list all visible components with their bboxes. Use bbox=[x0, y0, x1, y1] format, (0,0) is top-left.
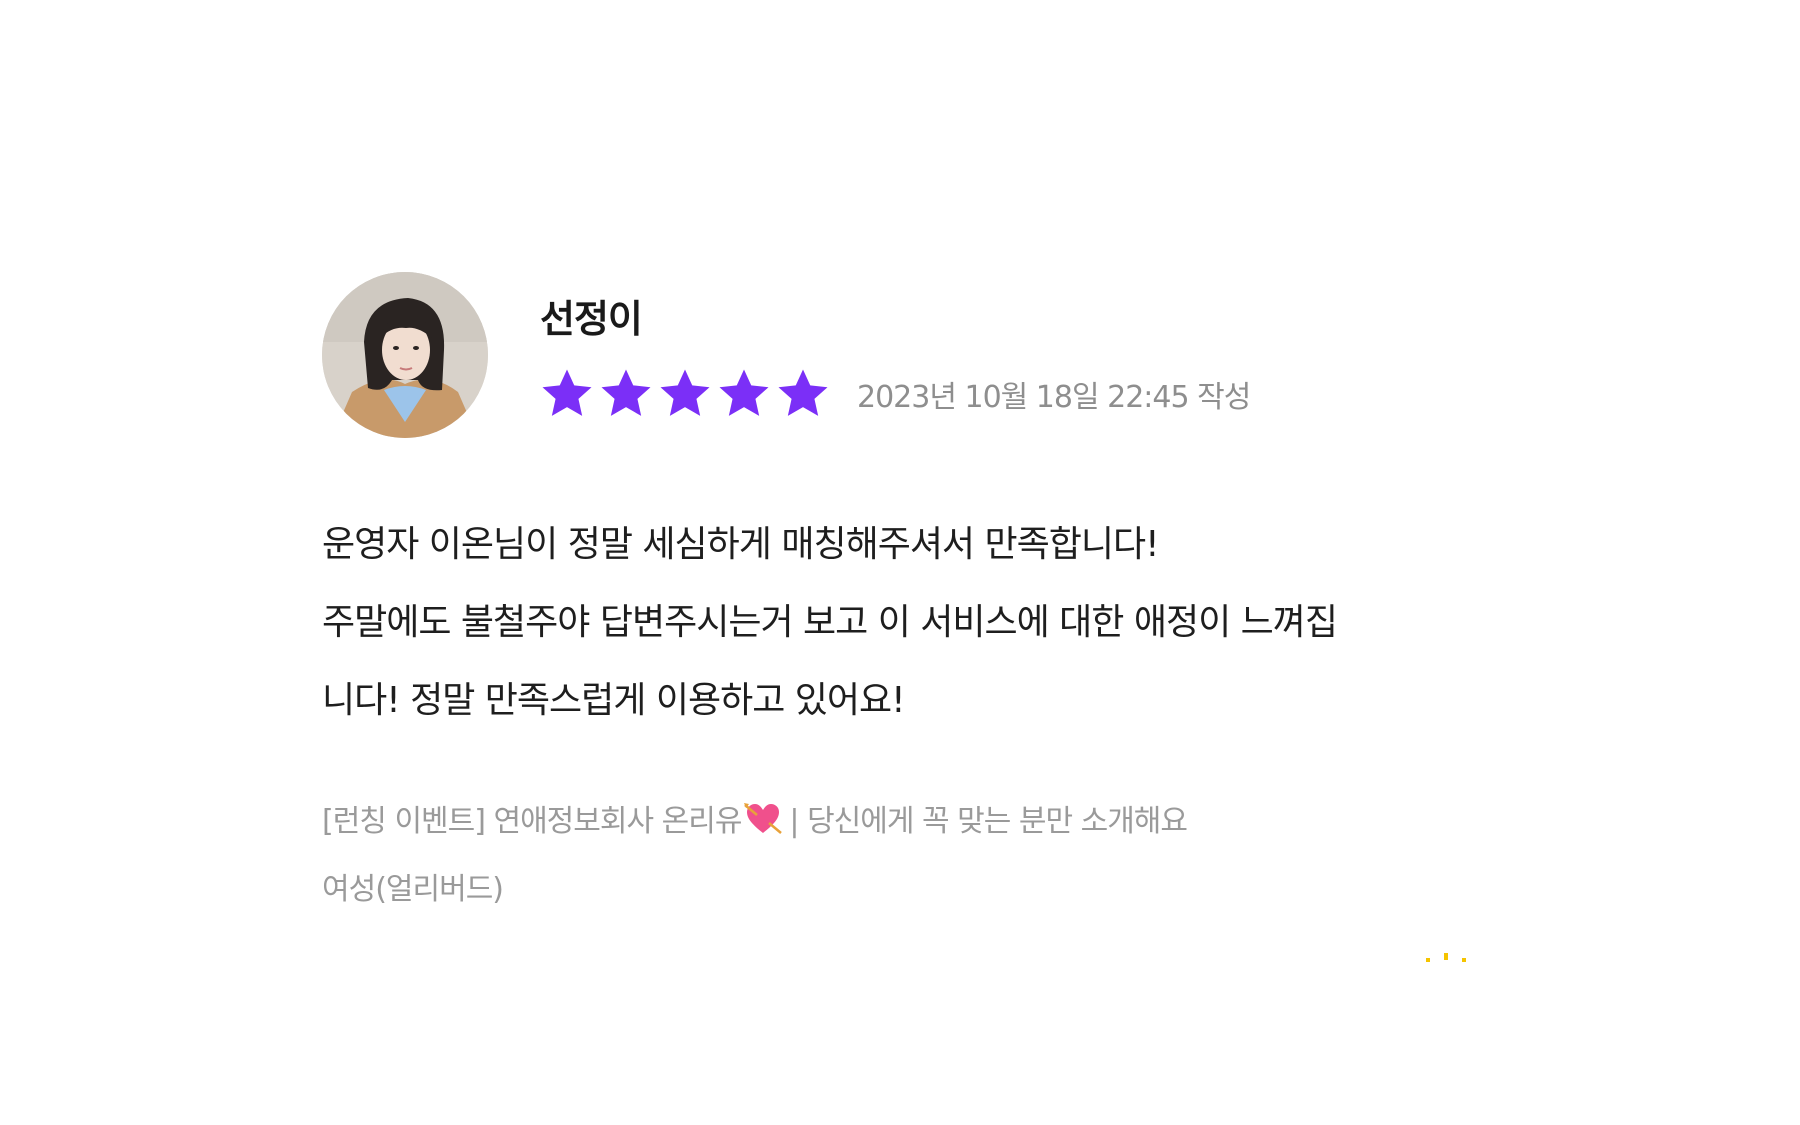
heart-with-arrow-icon bbox=[743, 801, 783, 837]
star-icon bbox=[719, 369, 769, 416]
star-icon bbox=[542, 369, 592, 416]
sparkle-icon bbox=[1420, 950, 1476, 964]
product-title[interactable]: [런칭 이벤트] 연애정보회사 온리유 | 당신에게 꼭 맞는 분만 소개해요 bbox=[322, 800, 1188, 868]
star-icon bbox=[601, 369, 651, 416]
product-info: [런칭 이벤트] 연애정보회사 온리유 | 당신에게 꼭 맞는 분만 소개해요 … bbox=[322, 800, 1188, 936]
product-title-suffix: | 당신에게 꼭 맞는 분만 소개해요 bbox=[789, 804, 1188, 839]
product-title-prefix: [런칭 이벤트] 연애정보회사 온리유 bbox=[322, 804, 742, 839]
review-text-line: 운영자 이온님이 정말 세심하게 매칭해주셔서 만족합니다! bbox=[322, 524, 1160, 565]
review-text-line: 주말에도 불철주야 답변주시는거 보고 이 서비스에 대한 애정이 느껴집 bbox=[322, 602, 1338, 643]
review-body: 운영자 이온님이 정말 세심하게 매칭해주셔서 만족합니다! 주말에도 불철주야… bbox=[322, 515, 1502, 749]
product-option: 여성(얼리버드) bbox=[322, 872, 504, 907]
review-card: 선정이 2023년 10월 18일 22:45 작성 운영자 이온님이 정말 세… bbox=[0, 0, 1800, 1125]
reviewer-name: 선정이 bbox=[540, 297, 643, 341]
star-rating bbox=[538, 366, 833, 422]
reviewer-avatar bbox=[322, 272, 488, 438]
rating-row: 2023년 10월 18일 22:45 작성 bbox=[538, 366, 1251, 422]
star-icon bbox=[778, 369, 828, 416]
review-text-line: 니다! 정말 만족스럽게 이용하고 있어요! bbox=[322, 680, 906, 721]
star-icon bbox=[660, 369, 710, 416]
review-date: 2023년 10월 18일 22:45 작성 bbox=[857, 380, 1251, 415]
